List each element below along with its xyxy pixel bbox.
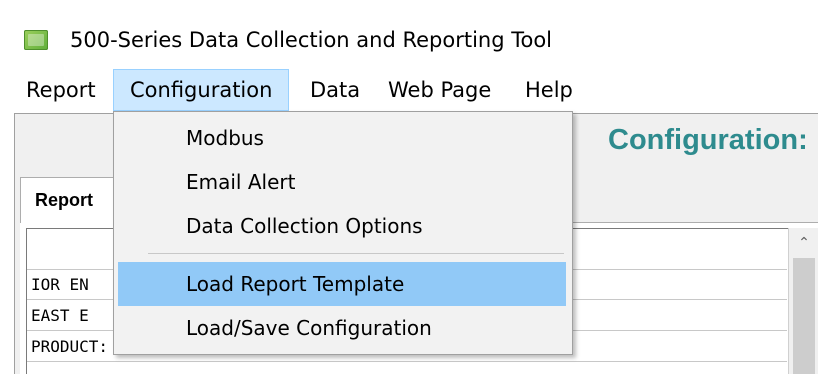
menu-help[interactable]: Help [525,69,573,111]
menu-data[interactable]: Data [310,69,360,111]
menu-configuration[interactable]: Configuration [113,69,290,111]
menu-item-email-alert[interactable]: Email Alert [118,160,566,204]
menu-item-modbus[interactable]: Modbus [118,116,566,160]
app-icon [24,30,48,50]
configuration-dropdown-menu: Modbus Email Alert Data Collection Optio… [113,111,573,355]
menu-bar: Report Configuration Data Web Page Help [0,69,818,111]
menu-item-data-collection-options[interactable]: Data Collection Options [118,204,566,248]
page-heading: Configuration: [608,124,808,156]
title-bar: 500-Series Data Collection and Reporting… [0,0,818,64]
app-window: 500-Series Data Collection and Reporting… [0,0,818,374]
menu-web-page[interactable]: Web Page [388,69,491,111]
window-title: 500-Series Data Collection and Reporting… [70,28,553,52]
menu-report[interactable]: Report [26,69,96,111]
chevron-up-icon[interactable]: ⌃ [789,232,818,254]
menu-separator [148,253,564,254]
scroll-thumb[interactable] [793,258,815,374]
menu-item-load-save-configuration[interactable]: Load/Save Configuration [118,306,566,350]
tab-report-label: Report [35,190,93,210]
vertical-scrollbar[interactable]: ⌃ [788,228,818,374]
menu-item-load-report-template[interactable]: Load Report Template [118,262,566,306]
